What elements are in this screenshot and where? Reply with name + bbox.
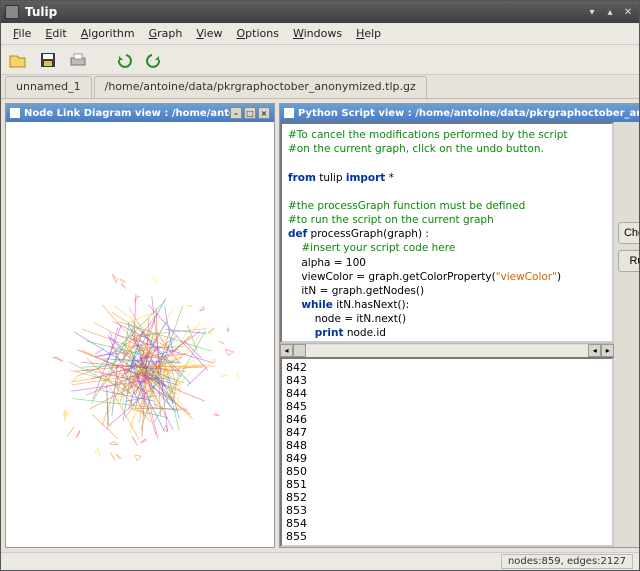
check-script-button[interactable]: Check script: [618, 222, 639, 244]
panel-minimize-icon[interactable]: –: [230, 107, 242, 119]
menu-help[interactable]: Help: [350, 25, 387, 42]
panel-icon: [10, 108, 20, 118]
scroll-right-icon[interactable]: ▸: [601, 344, 614, 357]
menu-file[interactable]: File: [7, 25, 37, 42]
close-button[interactable]: ✕: [621, 5, 635, 19]
tab-file[interactable]: /home/antoine/data/pkrgraphoctober_anony…: [94, 76, 427, 98]
titlebar[interactable]: Tulip ▾ ▴ ✕: [1, 1, 639, 23]
save-button[interactable]: [37, 49, 59, 71]
menu-algorithm[interactable]: Algorithm: [75, 25, 141, 42]
output-line: 850: [286, 465, 608, 478]
menu-graph[interactable]: Graph: [143, 25, 189, 42]
window-controls: ▾ ▴ ✕: [585, 5, 635, 19]
python-script-titlebar[interactable]: Python Script view : /home/antoine/data/…: [280, 104, 639, 122]
menu-edit[interactable]: Edit: [39, 25, 72, 42]
graph-canvas[interactable]: [6, 122, 274, 547]
menu-windows[interactable]: Windows: [287, 25, 348, 42]
app-icon: [5, 5, 19, 19]
output-line: 844: [286, 387, 608, 400]
minimize-button[interactable]: ▾: [585, 5, 599, 19]
output-console[interactable]: 8428438448458468478488498508518528538548…: [280, 357, 614, 547]
output-line: 845: [286, 400, 608, 413]
undo-button[interactable]: [113, 49, 135, 71]
open-button[interactable]: [7, 49, 29, 71]
menubar: File Edit Algorithm Graph View Options W…: [1, 23, 639, 45]
menu-options[interactable]: Options: [231, 25, 285, 42]
output-line: 842: [286, 361, 608, 374]
output-line: 849: [286, 452, 608, 465]
scroll-track[interactable]: [306, 345, 588, 357]
scroll-left-icon[interactable]: ◂: [280, 344, 293, 357]
content-area: Node Link Diagram view : /home/antoine –…: [1, 99, 639, 552]
maximize-button[interactable]: ▴: [603, 5, 617, 19]
menu-view[interactable]: View: [190, 25, 228, 42]
code-editor[interactable]: #To cancel the modifications performed b…: [280, 122, 614, 343]
python-script-panel: Python Script view : /home/antoine/data/…: [279, 103, 639, 548]
output-line: 843: [286, 374, 608, 387]
status-nodes-edges: nodes:859, edges:2127: [501, 554, 633, 569]
output-line: 846: [286, 413, 608, 426]
output-line: 854: [286, 517, 608, 530]
script-buttons: Check script Run script: [614, 122, 639, 547]
panel-icon: [284, 108, 294, 118]
output-line: 856: [286, 543, 608, 547]
output-line: 852: [286, 491, 608, 504]
panel-close-icon[interactable]: ×: [258, 107, 270, 119]
statusbar: nodes:859, edges:2127: [1, 552, 639, 570]
script-area: #To cancel the modifications performed b…: [280, 122, 614, 547]
print-button[interactable]: [67, 49, 89, 71]
panel-maximize-icon[interactable]: □: [244, 107, 256, 119]
app-window: Tulip ▾ ▴ ✕ File Edit Algorithm Graph Vi…: [0, 0, 640, 571]
output-line: 848: [286, 439, 608, 452]
node-link-title: Node Link Diagram view : /home/antoine: [24, 108, 230, 119]
output-line: 855: [286, 530, 608, 543]
redo-button[interactable]: [143, 49, 165, 71]
output-line: 853: [286, 504, 608, 517]
toolbar: [1, 45, 639, 75]
script-panel-body: #To cancel the modifications performed b…: [280, 122, 639, 547]
graph-visualization: [6, 122, 274, 547]
python-script-title: Python Script view : /home/antoine/data/…: [298, 108, 639, 119]
tab-unnamed[interactable]: unnamed_1: [5, 76, 92, 98]
node-link-titlebar[interactable]: Node Link Diagram view : /home/antoine –…: [6, 104, 274, 122]
window-title: Tulip: [25, 5, 57, 19]
code-hscroll[interactable]: ◂ ◂ ▸: [280, 343, 614, 357]
output-line: 851: [286, 478, 608, 491]
tabbar: unnamed_1 /home/antoine/data/pkrgraphoct…: [1, 75, 639, 99]
output-line: 847: [286, 426, 608, 439]
node-link-panel: Node Link Diagram view : /home/antoine –…: [5, 103, 275, 548]
run-script-button[interactable]: Run script: [618, 250, 639, 272]
scroll-thumb[interactable]: [293, 344, 306, 357]
scroll-left2-icon[interactable]: ◂: [588, 344, 601, 357]
